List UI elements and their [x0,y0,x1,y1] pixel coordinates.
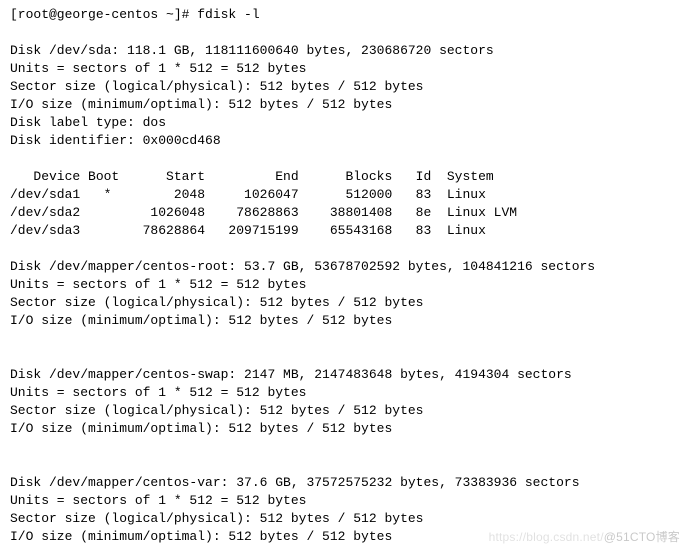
disk-sda-label-type: Disk label type: dos [10,115,166,130]
disk-sda-io-size: I/O size (minimum/optimal): 512 bytes / … [10,97,392,112]
partition-table-header: Device Boot Start End Blocks Id System [10,169,494,184]
disk-var-sector-size: Sector size (logical/physical): 512 byte… [10,511,423,526]
disk-root-io-size: I/O size (minimum/optimal): 512 bytes / … [10,313,392,328]
disk-var-header: Disk /dev/mapper/centos-var: 37.6 GB, 37… [10,475,580,490]
partition-row-sda3: /dev/sda3 78628864 209715199 65543168 83… [10,223,486,238]
disk-sda-units: Units = sectors of 1 * 512 = 512 bytes [10,61,306,76]
partition-row-sda1: /dev/sda1 * 2048 1026047 512000 83 Linux [10,187,486,202]
disk-sda-identifier: Disk identifier: 0x000cd468 [10,133,221,148]
disk-root-header: Disk /dev/mapper/centos-root: 53.7 GB, 5… [10,259,595,274]
disk-sda-header: Disk /dev/sda: 118.1 GB, 118111600640 by… [10,43,494,58]
disk-var-units: Units = sectors of 1 * 512 = 512 bytes [10,493,306,508]
disk-root-units: Units = sectors of 1 * 512 = 512 bytes [10,277,306,292]
disk-swap-sector-size: Sector size (logical/physical): 512 byte… [10,403,423,418]
disk-sda-sector-size: Sector size (logical/physical): 512 byte… [10,79,423,94]
disk-root-sector-size: Sector size (logical/physical): 512 byte… [10,295,423,310]
disk-swap-io-size: I/O size (minimum/optimal): 512 bytes / … [10,421,392,436]
terminal-output: [root@george-centos ~]# fdisk -l Disk /d… [0,0,688,551]
disk-swap-units: Units = sectors of 1 * 512 = 512 bytes [10,385,306,400]
disk-swap-header: Disk /dev/mapper/centos-swap: 2147 MB, 2… [10,367,572,382]
disk-var-io-size: I/O size (minimum/optimal): 512 bytes / … [10,529,392,544]
shell-prompt-line: [root@george-centos ~]# fdisk -l [10,7,260,22]
partition-row-sda2: /dev/sda2 1026048 78628863 38801408 8e L… [10,205,517,220]
